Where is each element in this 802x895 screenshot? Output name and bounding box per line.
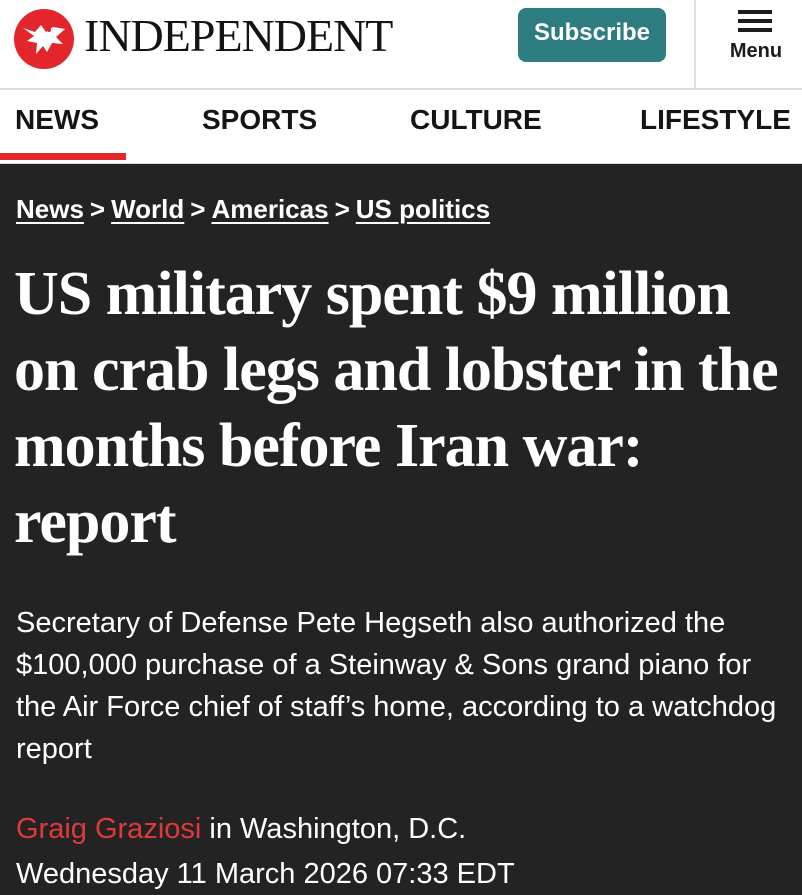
subscribe-button[interactable]: Subscribe [518, 8, 666, 62]
tab-culture[interactable]: CULTURE [410, 104, 542, 136]
active-tab-indicator [0, 153, 126, 160]
author-link[interactable]: Graig Graziosi [16, 813, 201, 845]
breadcrumb-world[interactable]: World [111, 194, 184, 224]
menu-label: Menu [729, 40, 783, 62]
article-headline: US military spent $9 million on crab leg… [14, 260, 779, 556]
site-logo-wordmark[interactable]: INDEPENDENT [84, 10, 393, 62]
article-standfirst: Secretary of Defense Pete Hegseth also a… [16, 607, 777, 765]
tab-news[interactable]: NEWS [15, 104, 99, 136]
breadcrumb-americas[interactable]: Americas [211, 194, 328, 224]
section-nav: NEWS SPORTS CULTURE LIFESTYLE [0, 90, 802, 164]
breadcrumb-separator: > [190, 194, 206, 224]
eagle-logo-icon[interactable] [13, 8, 75, 70]
tab-lifestyle[interactable]: LIFESTYLE [640, 104, 791, 136]
tab-sports[interactable]: SPORTS [202, 104, 317, 136]
breadcrumb-us-politics[interactable]: US politics [356, 194, 490, 224]
breadcrumb-news[interactable]: News [16, 194, 84, 224]
hamburger-menu-icon [738, 10, 774, 34]
byline: Graig Graziosi in Washington, D.C. [16, 808, 466, 850]
breadcrumb-separator: > [89, 194, 106, 224]
menu-button[interactable]: Menu [720, 8, 792, 72]
breadcrumb-separator: > [334, 194, 350, 224]
header-divider [694, 0, 696, 88]
breadcrumb: News > World > Americas > US politics [16, 194, 490, 225]
masthead: INDEPENDENT Subscribe Menu [0, 0, 802, 88]
byline-location: in Washington, D.C. [201, 813, 467, 845]
